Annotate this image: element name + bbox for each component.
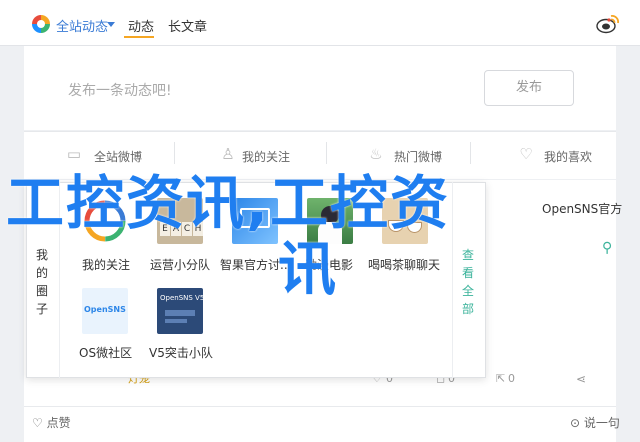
say-button[interactable]: ⊙ 说一句: [570, 414, 620, 431]
circle-name[interactable]: 运营小分队: [150, 256, 210, 273]
tab-dynamic[interactable]: 动态: [128, 16, 154, 35]
post-input[interactable]: 发布一条动态吧!: [68, 80, 172, 100]
weibo-icon[interactable]: [596, 12, 620, 34]
like-label: 点赞: [46, 416, 71, 430]
feed-footer: [24, 406, 616, 442]
chevron-down-icon[interactable]: [107, 22, 115, 27]
heart-icon: ♡: [519, 145, 533, 163]
publish-button[interactable]: 发布: [484, 70, 574, 106]
watermark-line-2: 讯: [278, 235, 339, 303]
say-label: 说一句: [583, 416, 620, 430]
share-icon[interactable]: ⋖: [576, 372, 586, 386]
my-circles-label: 我的圈子: [36, 248, 49, 316]
repost-icon[interactable]: ⇱: [496, 372, 505, 385]
repost-count: 0: [508, 372, 515, 385]
opensns-v5-text: OpenSNS V5: [160, 294, 203, 302]
feed-author-name[interactable]: OpenSNS官方: [542, 200, 622, 217]
site-logo: [32, 15, 50, 33]
site-filter-dropdown[interactable]: 全站动态: [56, 16, 108, 35]
circle-name[interactable]: 喝喝茶聊聊天: [368, 256, 440, 273]
circle-name[interactable]: 我的关注: [82, 256, 130, 273]
search-icon[interactable]: ⚲: [602, 240, 618, 256]
circle-name[interactable]: V5突击小队: [149, 344, 213, 361]
circle-thumbnail[interactable]: OpenSNS V5: [157, 288, 203, 334]
divider: [470, 142, 471, 164]
tab-long-article[interactable]: 长文章: [168, 16, 207, 35]
watermark-line-1: 工控资讯,工控资: [6, 169, 451, 237]
circle-name[interactable]: OS微社区: [79, 344, 132, 361]
active-tab-indicator: [124, 36, 154, 38]
view-all-link[interactable]: 查看全部: [462, 246, 474, 318]
tab-my-likes[interactable]: 我的喜欢: [544, 148, 592, 165]
like-button[interactable]: ♡ 点赞: [32, 414, 71, 431]
circle-thumbnail[interactable]: OpenSNS: [82, 288, 128, 334]
opensns-logo-text: OpenSNS: [84, 305, 126, 314]
